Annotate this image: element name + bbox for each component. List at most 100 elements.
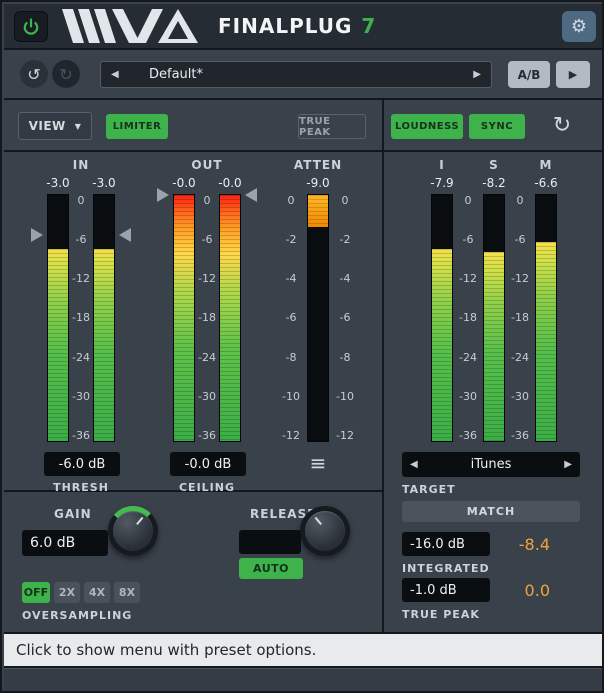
scale-tick: -12 [198,272,216,285]
scale-tick: -10 [336,390,354,403]
scale-tick: -18 [72,311,90,324]
loudness-i-meter [431,194,453,442]
loudness-toggle[interactable]: LOUDNESS [391,114,463,139]
ab-compare-button[interactable]: A/B [508,61,550,88]
integrated-target-field[interactable]: -16.0 dB [402,532,490,556]
scale-tick: -36 [459,429,477,442]
gain-knob-face [113,511,153,551]
os-2x-label: 2X [59,586,75,599]
scale-tick: -8 [340,351,351,364]
atten-meter [307,194,329,442]
integrated-target-value: -16.0 dB [410,537,465,552]
limiter-label: LIMITER [113,121,162,132]
view-dropdown[interactable]: VIEW ▼ [18,112,92,140]
divider [4,48,604,50]
scale-tick: -12 [511,272,529,285]
atten-scale-left: 0 -2 -4 -6 -8 -10 -12 [279,194,303,442]
sync-toggle[interactable]: SYNC [469,114,525,139]
atten-scale-right: 0 -2 -4 -6 -8 -10 -12 [333,194,357,442]
auto-release-toggle[interactable]: AUTO [239,558,303,579]
ceiling-marker-left[interactable] [157,188,169,202]
true-peak-label: TRUE PEAK [299,116,365,138]
preset-prev-icon[interactable]: ◀ [111,62,119,87]
scale-tick: -6 [76,233,87,246]
auto-label: AUTO [253,562,289,575]
meter-options-button[interactable]: ≡ [302,450,334,476]
scale-tick: -36 [72,429,90,442]
play-icon: ▶ [569,68,577,81]
loudness-s-meter [483,194,505,442]
sync-label: SYNC [481,121,513,132]
scale-tick: -12 [336,429,354,442]
chevron-down-icon: ▼ [75,122,82,131]
target-label: TARGET [402,483,502,496]
app-name: FINALPLUG [218,14,352,38]
scale-tick: -8 [286,351,297,364]
app-version: 7 [361,14,376,38]
oversampling-off-button[interactable]: OFF [22,582,50,603]
limiter-toggle[interactable]: LIMITER [106,114,168,139]
scale-tick: -6 [202,233,213,246]
gain-value: 6.0 dB [30,535,75,551]
oversampling-8x-button[interactable]: 8X [114,582,140,603]
gain-knob[interactable] [108,506,158,556]
ceiling-marker-right[interactable] [245,188,257,202]
threshold-field[interactable]: -6.0 dB [44,452,120,476]
oversampling-2x-button[interactable]: 2X [54,582,80,603]
threshold-marker-left[interactable] [31,228,43,242]
loudness-reset-button[interactable]: ↻ [545,108,579,142]
scale-tick: -30 [72,390,90,403]
scale-tick: -4 [286,272,297,285]
out-meter-label: OUT [157,158,257,172]
target-next-icon[interactable]: ▶ [564,459,572,470]
true-peak-toggle[interactable]: TRUE PEAK [298,114,366,139]
scale-tick: -4 [340,272,351,285]
os-4x-label: 4X [89,586,105,599]
settings-button[interactable]: ⚙ [562,11,596,42]
loudness-m-meter [535,194,557,442]
oversampling-4x-button[interactable]: 4X [84,582,110,603]
preset-selector[interactable]: ◀ Default* ▶ [100,61,492,88]
gain-field[interactable]: 6.0 dB [22,530,108,556]
ceiling-label: CEILING [157,481,257,494]
preset-name: Default* [149,62,203,87]
scale-tick: 0 [204,194,211,207]
release-knob[interactable] [300,506,350,556]
undo-button[interactable]: ↺ [20,60,48,88]
os-8x-label: 8X [119,586,135,599]
power-button[interactable] [14,11,48,42]
view-label: VIEW [29,119,66,133]
match-button[interactable]: MATCH [402,501,580,522]
scale-tick: 0 [517,194,524,207]
os-off-label: OFF [24,586,48,599]
target-selector[interactable]: ◀ iTunes ▶ [402,452,580,477]
page-title: FINALPLUG 7 [218,4,376,48]
atten-value: -9.0 [296,176,340,190]
divider [4,98,604,100]
ceiling-field[interactable]: -0.0 dB [170,452,246,476]
preset-next-icon[interactable]: ▶ [473,62,481,87]
target-prev-icon[interactable]: ◀ [410,459,418,470]
out-meter-right [219,194,241,442]
scale-tick: -18 [511,311,529,324]
scale-tick: -24 [72,351,90,364]
undo-icon: ↺ [27,65,40,84]
in-meter-right [93,194,115,442]
status-bar: Click to show menu with preset options. [4,634,604,666]
loudness-i-value: -7.9 [420,176,464,190]
preset-menu-button[interactable]: ▶ [556,61,590,88]
footer-bar [4,668,604,693]
true-peak-target-field[interactable]: -1.0 dB [402,578,490,602]
status-text: Click to show menu with preset options. [16,641,316,659]
divider [4,150,604,152]
out-meter-left [173,194,195,442]
true-peak-target-value: -1.0 dB [410,583,457,598]
scale-tick: -36 [198,429,216,442]
in-meter-scale: 0 -6 -12 -18 -24 -30 -36 [69,194,93,442]
release-field[interactable] [239,530,301,554]
scale-tick: -30 [198,390,216,403]
redo-button[interactable]: ↻ [52,60,80,88]
threshold-marker-right[interactable] [119,228,131,242]
loudness-s-value: -8.2 [472,176,516,190]
true-peak-readout: 0.0 [492,579,550,601]
